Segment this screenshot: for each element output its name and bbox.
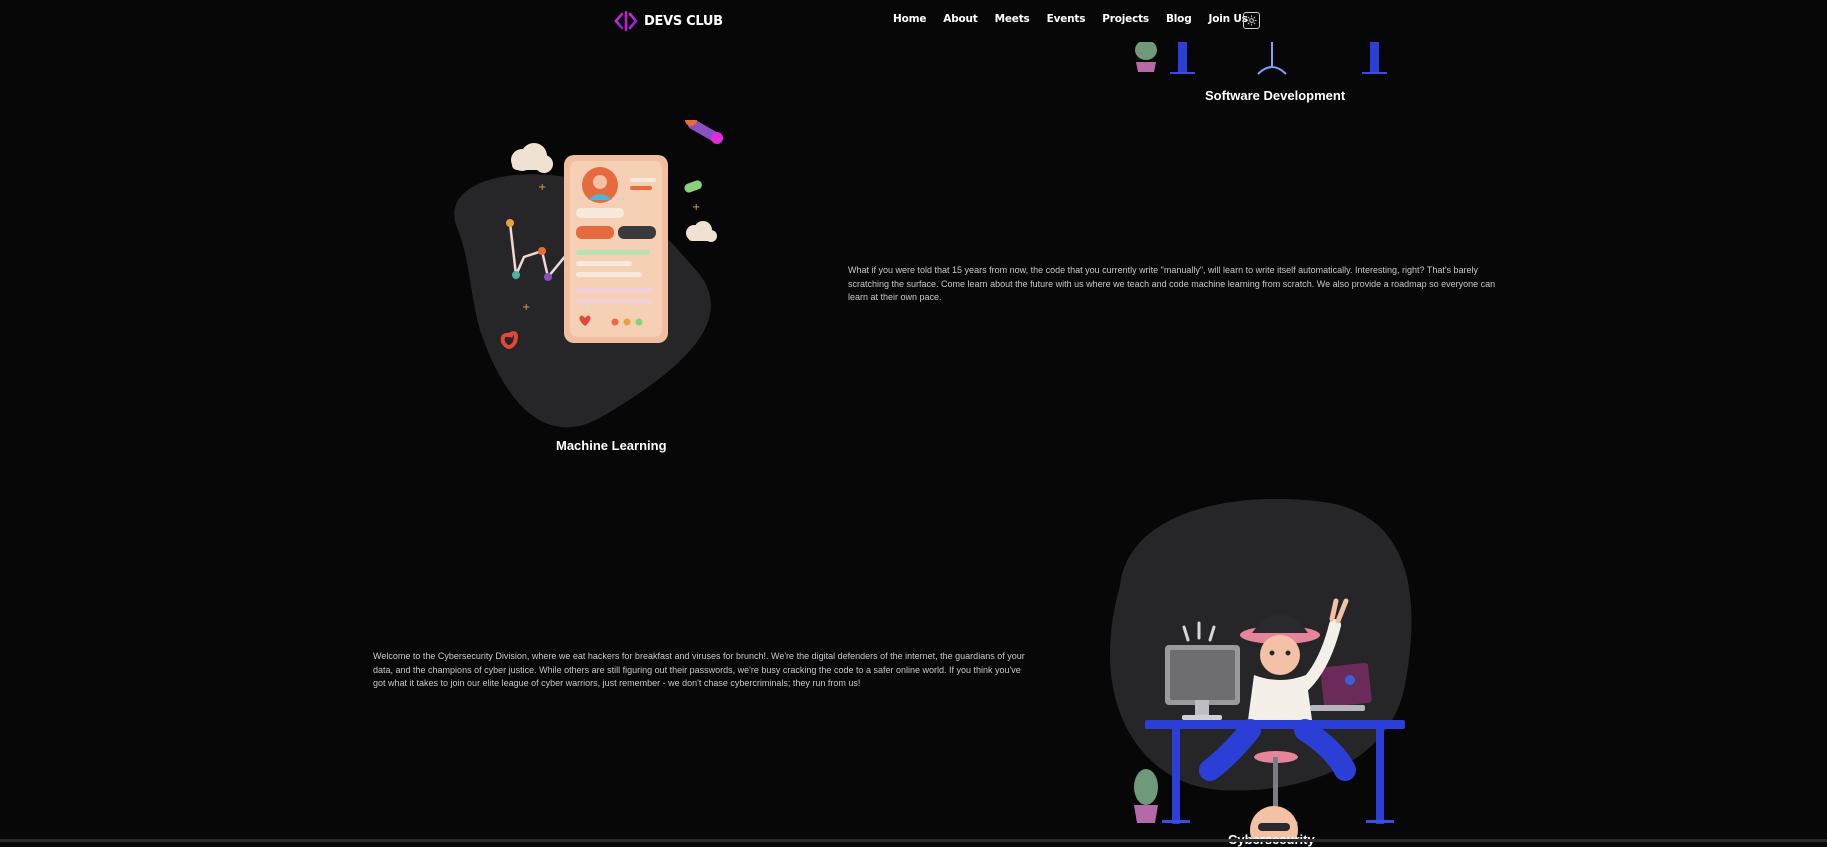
sun-icon <box>1246 15 1257 26</box>
top-navbar: DEVS CLUB Home About Meets Events Projec… <box>0 0 1827 42</box>
phone-mockup <box>564 155 668 343</box>
machine-learning-title: Machine Learning <box>556 438 667 453</box>
nav-join-us[interactable]: Join Us <box>1209 13 1248 25</box>
nav-blog[interactable]: Blog <box>1166 13 1192 25</box>
nav-events[interactable]: Events <box>1047 13 1086 25</box>
nav-projects[interactable]: Projects <box>1102 13 1149 25</box>
capsule-icon <box>684 180 702 193</box>
nav-meets[interactable]: Meets <box>995 13 1030 25</box>
software-development-illustration <box>1135 42 1387 75</box>
svg-text:+: + <box>692 202 700 213</box>
cybersecurity-description: Welcome to the Cybersecurity Division, w… <box>373 651 1025 688</box>
nav-about[interactable]: About <box>943 13 978 25</box>
cloud-icon <box>511 143 553 173</box>
potted-plant-icon <box>1135 42 1157 72</box>
machine-learning-description: What if you were told that 15 years from… <box>848 265 1496 302</box>
potted-plant-icon <box>1134 769 1158 823</box>
software-development-title: Software Development <box>1205 88 1346 103</box>
nav-home[interactable]: Home <box>893 13 926 25</box>
theme-toggle-button[interactable] <box>1243 12 1260 29</box>
svg-text:+: + <box>522 302 530 313</box>
nav-links: Home About Meets Events Projects Blog Jo… <box>893 13 1265 25</box>
svg-text:+: + <box>538 182 546 193</box>
brand-logo-link[interactable]: DEVS CLUB <box>614 9 723 33</box>
code-brackets-icon <box>614 11 638 31</box>
pill-icon <box>685 120 723 144</box>
cybersecurity-illustration <box>1110 498 1412 840</box>
machine-learning-illustration: + + + <box>454 120 723 428</box>
brand-name: DEVS CLUB <box>644 13 723 29</box>
cloud-icon <box>686 221 717 242</box>
background-blob <box>1110 498 1412 791</box>
